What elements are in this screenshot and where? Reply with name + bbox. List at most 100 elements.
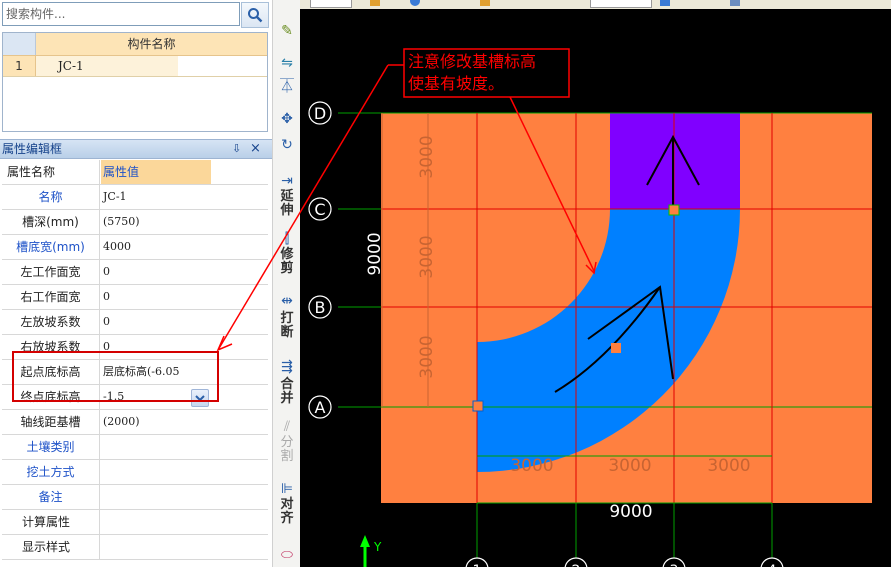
toolbar-icon[interactable] (730, 0, 740, 6)
trim-button[interactable]: 修剪 (273, 248, 301, 276)
property-value[interactable]: JC-1 (101, 185, 211, 209)
vertical-toolbar: ✎ ⇋ ⏄ ✥ ↻ ⇥ 延伸 ⫿ 修剪 ⇹ 打断 ⇶ 合并 ⫽ 分割 ⊫ 对齐 … (272, 0, 302, 567)
drawing-canvas[interactable]: D C B A 1 2 3 4 3000 3000 3000 9000 3000… (300, 9, 891, 570)
property-row-excavation-method[interactable]: 挖土方式 (2, 460, 268, 485)
trim-label: 修剪 (280, 247, 294, 276)
property-group-calc[interactable]: + 计算属性 (2, 510, 268, 535)
close-icon[interactable]: × (250, 140, 261, 157)
axis-label-b: B (315, 298, 326, 317)
property-panel-titlebar: 属性编辑框 ⇩ × (0, 139, 272, 159)
break-icon: ⇹ (281, 293, 293, 309)
property-panel-title: 属性编辑框 (2, 142, 63, 156)
property-value[interactable] (101, 435, 211, 459)
rotate-icon[interactable]: ↻ (277, 136, 297, 154)
search-button[interactable] (241, 2, 269, 28)
bottom-dimension-text: 3000 (608, 456, 651, 476)
search-input[interactable] (6, 5, 231, 22)
property-value[interactable]: (2000) (101, 410, 211, 434)
component-list: 构件名称 1 JC-1 (2, 32, 268, 132)
component-name-header: 构件名称 (127, 37, 176, 51)
select-button[interactable] (310, 0, 352, 8)
component-row[interactable]: 1 JC-1 (3, 56, 267, 77)
merge-icon: ⇶ (281, 359, 293, 375)
bottom-dimension-text: 3000 (707, 456, 750, 476)
trim-icon: ⫿ (284, 231, 290, 247)
property-label: 左放坡系数 (2, 310, 100, 334)
grip-point[interactable] (668, 204, 680, 216)
property-row-soil-type[interactable]: 土壤类别 (2, 435, 268, 460)
property-label: 槽深(mm) (2, 210, 100, 234)
extend-icon: ⇥ (281, 173, 293, 189)
axis-label-c: C (314, 200, 325, 219)
property-row-right-work-width[interactable]: 右工作面宽 0 (2, 285, 268, 310)
grip-point[interactable] (472, 400, 484, 412)
row-number-header (3, 33, 36, 55)
shape-icon[interactable]: ⬭ (277, 546, 297, 564)
property-value (101, 510, 211, 534)
property-value[interactable]: (5750) (101, 210, 211, 234)
left-dimension-text: 3000 (417, 235, 437, 278)
property-row-remark[interactable]: 备注 (2, 485, 268, 510)
property-group-display[interactable]: + 显示样式 (2, 535, 268, 560)
y-axis-label: Y (373, 540, 382, 554)
align-button[interactable]: 对齐 (273, 498, 301, 526)
extend-button[interactable]: 延伸 (273, 190, 301, 218)
property-value[interactable]: 0 (101, 260, 211, 284)
property-row-left-slope[interactable]: 左放坡系数 0 (2, 310, 268, 335)
toolbar-dropdown[interactable] (590, 0, 652, 8)
toolbar-icon[interactable] (410, 0, 420, 6)
property-group-label: 显示样式 (2, 535, 100, 559)
property-value[interactable]: 0 (101, 285, 211, 309)
bottom-dimension-text: 3000 (510, 456, 553, 476)
toolbar-icon[interactable] (480, 0, 490, 6)
property-name-header: 属性名称 (2, 160, 100, 184)
toolbar-icon[interactable] (660, 0, 670, 6)
property-row-depth[interactable]: 槽深(mm) (5750) (2, 210, 268, 235)
property-label: 右工作面宽 (2, 285, 100, 309)
left-total-text: 9000 (365, 232, 385, 275)
purple-block[interactable] (610, 113, 740, 209)
property-row-bottom-width[interactable]: 槽底宽(mm) 4000 (2, 235, 268, 260)
split-label: 分割 (280, 435, 294, 464)
break-button[interactable]: 打断 (273, 312, 301, 340)
flip-icon[interactable]: ⏄ (277, 78, 297, 96)
extend-label: 延伸 (280, 189, 294, 218)
property-value[interactable]: 4000 (101, 235, 211, 259)
align-label: 对齐 (280, 497, 294, 526)
property-label: 槽底宽(mm) (2, 235, 100, 259)
left-panel: 构件名称 1 JC-1 属性编辑框 ⇩ × 属性名称 属性值 名称 JC-1 槽… (0, 0, 272, 567)
move-icon[interactable]: ✥ (277, 110, 297, 128)
grip-point[interactable] (611, 343, 621, 353)
axis-label-1: 1 (473, 563, 482, 567)
split-icon: ⫽ (283, 419, 291, 435)
property-group-label: 计算属性 (2, 510, 100, 534)
pin-icon[interactable]: ⇩ (232, 141, 241, 157)
toolbar-icon[interactable] (370, 0, 380, 6)
pencil-icon[interactable]: ✎ (277, 22, 297, 40)
property-row-left-work-width[interactable]: 左工作面宽 0 (2, 260, 268, 285)
search-icon (248, 8, 263, 23)
bottom-total-text: 9000 (609, 502, 652, 522)
property-value[interactable]: 0 (101, 310, 211, 334)
annotation-line-2: 使基有坡度。 (408, 74, 504, 93)
axis-label-d: D (314, 104, 326, 123)
property-label: 备注 (2, 485, 100, 509)
search-box (2, 2, 240, 26)
merge-label: 合并 (280, 377, 294, 406)
split-button: 分割 (273, 436, 301, 464)
property-value (101, 535, 211, 559)
drawing-svg[interactable]: D C B A 1 2 3 4 3000 3000 3000 9000 3000… (300, 9, 891, 570)
mirror-icon[interactable]: ⇋ (277, 54, 297, 72)
left-dimension-text: 3000 (417, 335, 437, 378)
property-label: 土壤类别 (2, 435, 100, 459)
property-row-name[interactable]: 名称 JC-1 (2, 185, 268, 210)
property-value[interactable] (101, 460, 211, 484)
property-label: 轴线距基槽 (2, 410, 100, 434)
axis-label-4: 4 (768, 563, 777, 567)
property-row-axis-offset[interactable]: 轴线距基槽 (2000) (2, 410, 268, 435)
component-row-number: 1 (3, 56, 36, 76)
property-value[interactable] (101, 485, 211, 509)
axis-label-3: 3 (670, 563, 679, 567)
merge-button[interactable]: 合并 (273, 378, 301, 406)
elevation-highlight-box (12, 351, 219, 402)
